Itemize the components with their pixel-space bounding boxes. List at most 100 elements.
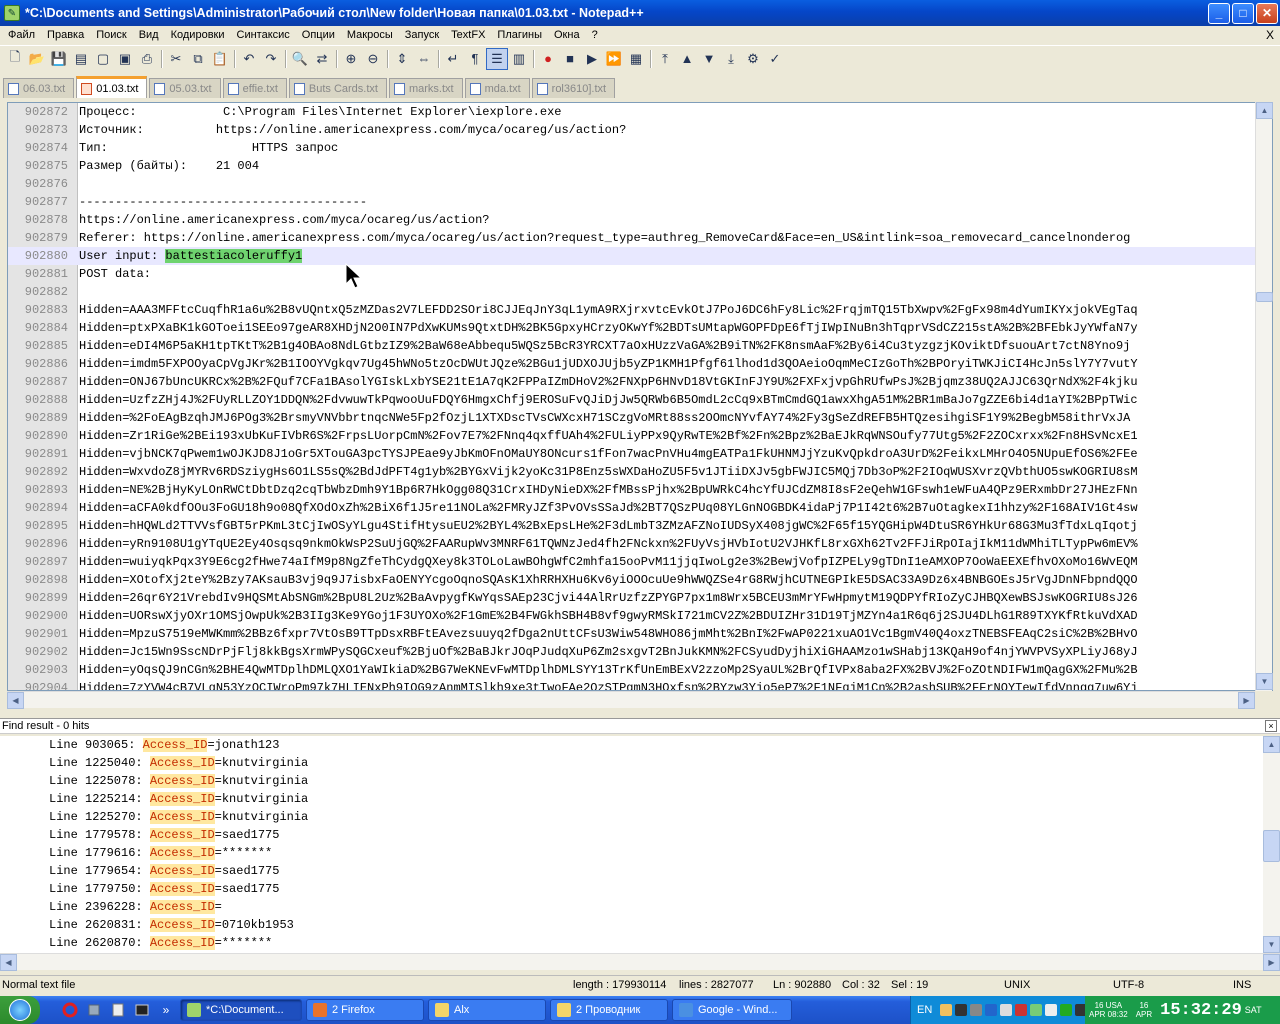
indent-guide-icon[interactable]: ☰ (486, 47, 508, 70)
scroll-down-arrow-icon[interactable]: ▼ (1256, 673, 1273, 690)
find-icon[interactable]: 🔍 (289, 48, 311, 70)
editor-line[interactable]: 902885 Hidden=eDI4M6P5aKH1tpTKtT%2B1g4OBA… (8, 337, 1256, 355)
find-result-row[interactable]: Line 1779578: Access_ID=saed1775 (0, 826, 1263, 844)
scroll-down-arrow-icon[interactable]: ▼ (1263, 936, 1280, 953)
taskbar-button[interactable]: Google - Wind... (672, 999, 792, 1021)
close-icon[interactable]: × (1265, 720, 1277, 732)
menu-options[interactable]: Опции (296, 29, 341, 41)
editor-line[interactable]: 902894 Hidden=aCFA0kdfOOu3FoGU18h9o08QfXO… (8, 499, 1256, 517)
record-macro-icon[interactable]: ● (537, 48, 559, 70)
start-button[interactable] (0, 996, 40, 1024)
tab-05-03[interactable]: 05.03.txt (149, 78, 221, 98)
tab-rol3610[interactable]: rol3610].txt (531, 78, 616, 98)
copy-icon[interactable]: ⧉ (187, 48, 209, 70)
zoom-in-icon[interactable]: ⊕ (340, 48, 362, 70)
editor-line[interactable]: 902875 Размер (байты): 21 004 (8, 157, 1256, 175)
cut-icon[interactable]: ✂ (165, 48, 187, 70)
scroll-up-arrow-icon[interactable]: ▲ (1263, 736, 1280, 753)
find-vertical-scrollbar[interactable]: ▲ ▼ (1263, 736, 1280, 953)
tab-06-03[interactable]: 06.03.txt (3, 78, 75, 98)
menu-plugins[interactable]: Плагины (491, 29, 548, 41)
scroll-thumb[interactable] (1256, 292, 1273, 302)
editor-line[interactable]: 902887 Hidden=ONJ67bUncUKRCx%2B%2FQuf7CFa… (8, 373, 1256, 391)
show-all-chars-icon[interactable]: ¶ (464, 48, 486, 70)
close-all-icon[interactable]: ▣ (114, 48, 136, 70)
text-editor[interactable]: 902872 Процесс: C:\Program Files\Internet… (7, 102, 1273, 691)
menu-file[interactable]: Файл (2, 29, 41, 41)
editor-line[interactable]: 902884 Hidden=ptxPXaBK1kGOToei1SEEo97geAR… (8, 319, 1256, 337)
menu-search[interactable]: Поиск (90, 29, 132, 41)
unfold-all-icon[interactable]: ⤓ (720, 48, 742, 70)
taskbar-button[interactable]: 2 Проводник (550, 999, 668, 1021)
virtualbox-icon[interactable] (84, 1000, 104, 1020)
maximize-button[interactable]: □ (1232, 2, 1254, 24)
replace-icon[interactable]: ⇄ (311, 48, 333, 70)
tab-01-03[interactable]: 01.03.txt (76, 76, 148, 98)
sync-horizontal-icon[interactable]: ⇔ (413, 48, 435, 70)
menu-edit[interactable]: Правка (41, 29, 90, 41)
find-result-row[interactable]: Line 1779750: Access_ID=saed1775 (0, 880, 1263, 898)
scroll-right-arrow-icon[interactable]: ▶ (1263, 954, 1280, 971)
find-result-panel[interactable]: Line 903065: Access_ID=jonath123 Line 122… (0, 736, 1263, 953)
fold-all-icon[interactable]: ⤒ (654, 48, 676, 70)
close-document-icon[interactable]: X (1266, 28, 1274, 42)
editor-line[interactable]: 902901 Hidden=MpzuS7519eMWKmm%2BBz6fxpr7V… (8, 625, 1256, 643)
tray-app-icon[interactable] (955, 1004, 968, 1016)
editor-line[interactable]: 902877 ----------------------------------… (8, 193, 1256, 211)
find-result-row[interactable]: Line 1225214: Access_ID=knutvirginia (0, 790, 1263, 808)
editor-line[interactable]: 902900 Hidden=UORswXjyOXr1OMSjOwpUk%2B3II… (8, 607, 1256, 625)
scroll-left-arrow-icon[interactable]: ◀ (7, 692, 24, 709)
editor-line[interactable]: 902891 Hidden=vjbNCK7qPwem1wOJKJD8J1oGr5X… (8, 445, 1256, 463)
tab-effie[interactable]: effie.txt (222, 78, 287, 98)
opera-icon[interactable] (60, 1000, 80, 1020)
editor-line[interactable]: 902874 Тип: HTTPS запрос (8, 139, 1256, 157)
plugin-icon[interactable]: ⚙ (742, 48, 764, 70)
tray-hand-icon[interactable] (940, 1004, 953, 1016)
editor-horizontal-scrollbar[interactable]: ◀ ▶ (7, 691, 1255, 709)
editor-line[interactable]: 902903 Hidden=yOqsQJ9nCGn%2BHE4QwMTDplhDM… (8, 661, 1256, 679)
sync-vertical-icon[interactable]: ⇕ (391, 48, 413, 70)
editor-line[interactable]: 902893 Hidden=NE%2BjHyKyLOnRWCtDbtDzq2cqT… (8, 481, 1256, 499)
taskbar-button[interactable]: 2 Firefox (306, 999, 424, 1021)
tray-network-icon[interactable] (985, 1004, 998, 1016)
zoom-out-icon[interactable]: ⊖ (362, 48, 384, 70)
find-result-row[interactable]: Line 1225270: Access_ID=knutvirginia (0, 808, 1263, 826)
editor-line[interactable]: 902886 Hidden=imdm5FXPOOyaCpVgJKr%2B1IOOY… (8, 355, 1256, 373)
print-icon[interactable]: ⎙ (136, 48, 158, 70)
find-result-row[interactable]: Line 2620870: Access_ID=******* (0, 934, 1263, 952)
menu-textfx[interactable]: TextFX (445, 29, 491, 41)
chevron-right-icon[interactable]: » (156, 1000, 176, 1020)
editor-line[interactable]: 902896 Hidden=yRn9108U1gYTqUE2Ey4Osqsq9nk… (8, 535, 1256, 553)
tab-buts-cards[interactable]: Buts Cards.txt (288, 78, 387, 98)
tab-marks[interactable]: marks.txt (388, 78, 463, 98)
scroll-right-arrow-icon[interactable]: ▶ (1238, 692, 1255, 709)
tray-app-icon[interactable] (970, 1004, 983, 1016)
new-file-icon[interactable]: 🗋 (4, 48, 26, 70)
save-macro-icon[interactable]: ▦ (625, 48, 647, 70)
tab-mda[interactable]: mda.txt (464, 78, 530, 98)
editor-line[interactable]: 902895 Hidden=hHQWLd2TTVVsfGBT5rPKmL3tCjI… (8, 517, 1256, 535)
editor-line[interactable]: 902902 Hidden=Jc15Wn9SscNDrPjFlj8kkBgsXrm… (8, 643, 1256, 661)
find-result-row[interactable]: Line 2396228: Access_ID= (0, 898, 1263, 916)
menu-view[interactable]: Вид (133, 29, 165, 41)
editor-line[interactable]: 902892 Hidden=WxvdoZ8jMYRv6RDSziygHs6O1LS… (8, 463, 1256, 481)
editor-line[interactable]: 902898 Hidden=XOtofXj2teY%2Bzy7AKsauB3vj9… (8, 571, 1256, 589)
tray-app-icon[interactable] (1015, 1004, 1028, 1016)
find-horizontal-scrollbar[interactable]: ◀ ▶ (0, 953, 1280, 971)
editor-line[interactable]: 902878 https://online.americanexpress.com… (8, 211, 1256, 229)
editor-line[interactable]: 902872 Процесс: C:\Program Files\Internet… (8, 103, 1256, 121)
editor-line[interactable]: 902904 Hidden=7zYVW4cB7VLgN53YzOCIWroPm97… (8, 679, 1256, 690)
close-button[interactable]: ✕ (1256, 2, 1278, 24)
undo-icon[interactable]: ↶ (238, 48, 260, 70)
run-macro-multiple-icon[interactable]: ⏩ (603, 48, 625, 70)
stop-macro-icon[interactable]: ■ (559, 48, 581, 70)
taskbar-button[interactable]: Alx (428, 999, 546, 1021)
menu-encoding[interactable]: Кодировки (165, 29, 231, 41)
menu-windows[interactable]: Окна (548, 29, 586, 41)
word-wrap-icon[interactable]: ↵ (442, 48, 464, 70)
tray-app-icon[interactable] (1060, 1004, 1073, 1016)
clock-area[interactable]: 16 USA APR 08:32 16 APR 15:32:29 SAT (1085, 996, 1280, 1024)
arrow-up-icon[interactable]: ▲ (676, 48, 698, 70)
arrow-down-icon[interactable]: ▼ (698, 48, 720, 70)
close-file-icon[interactable]: ▢ (92, 48, 114, 70)
